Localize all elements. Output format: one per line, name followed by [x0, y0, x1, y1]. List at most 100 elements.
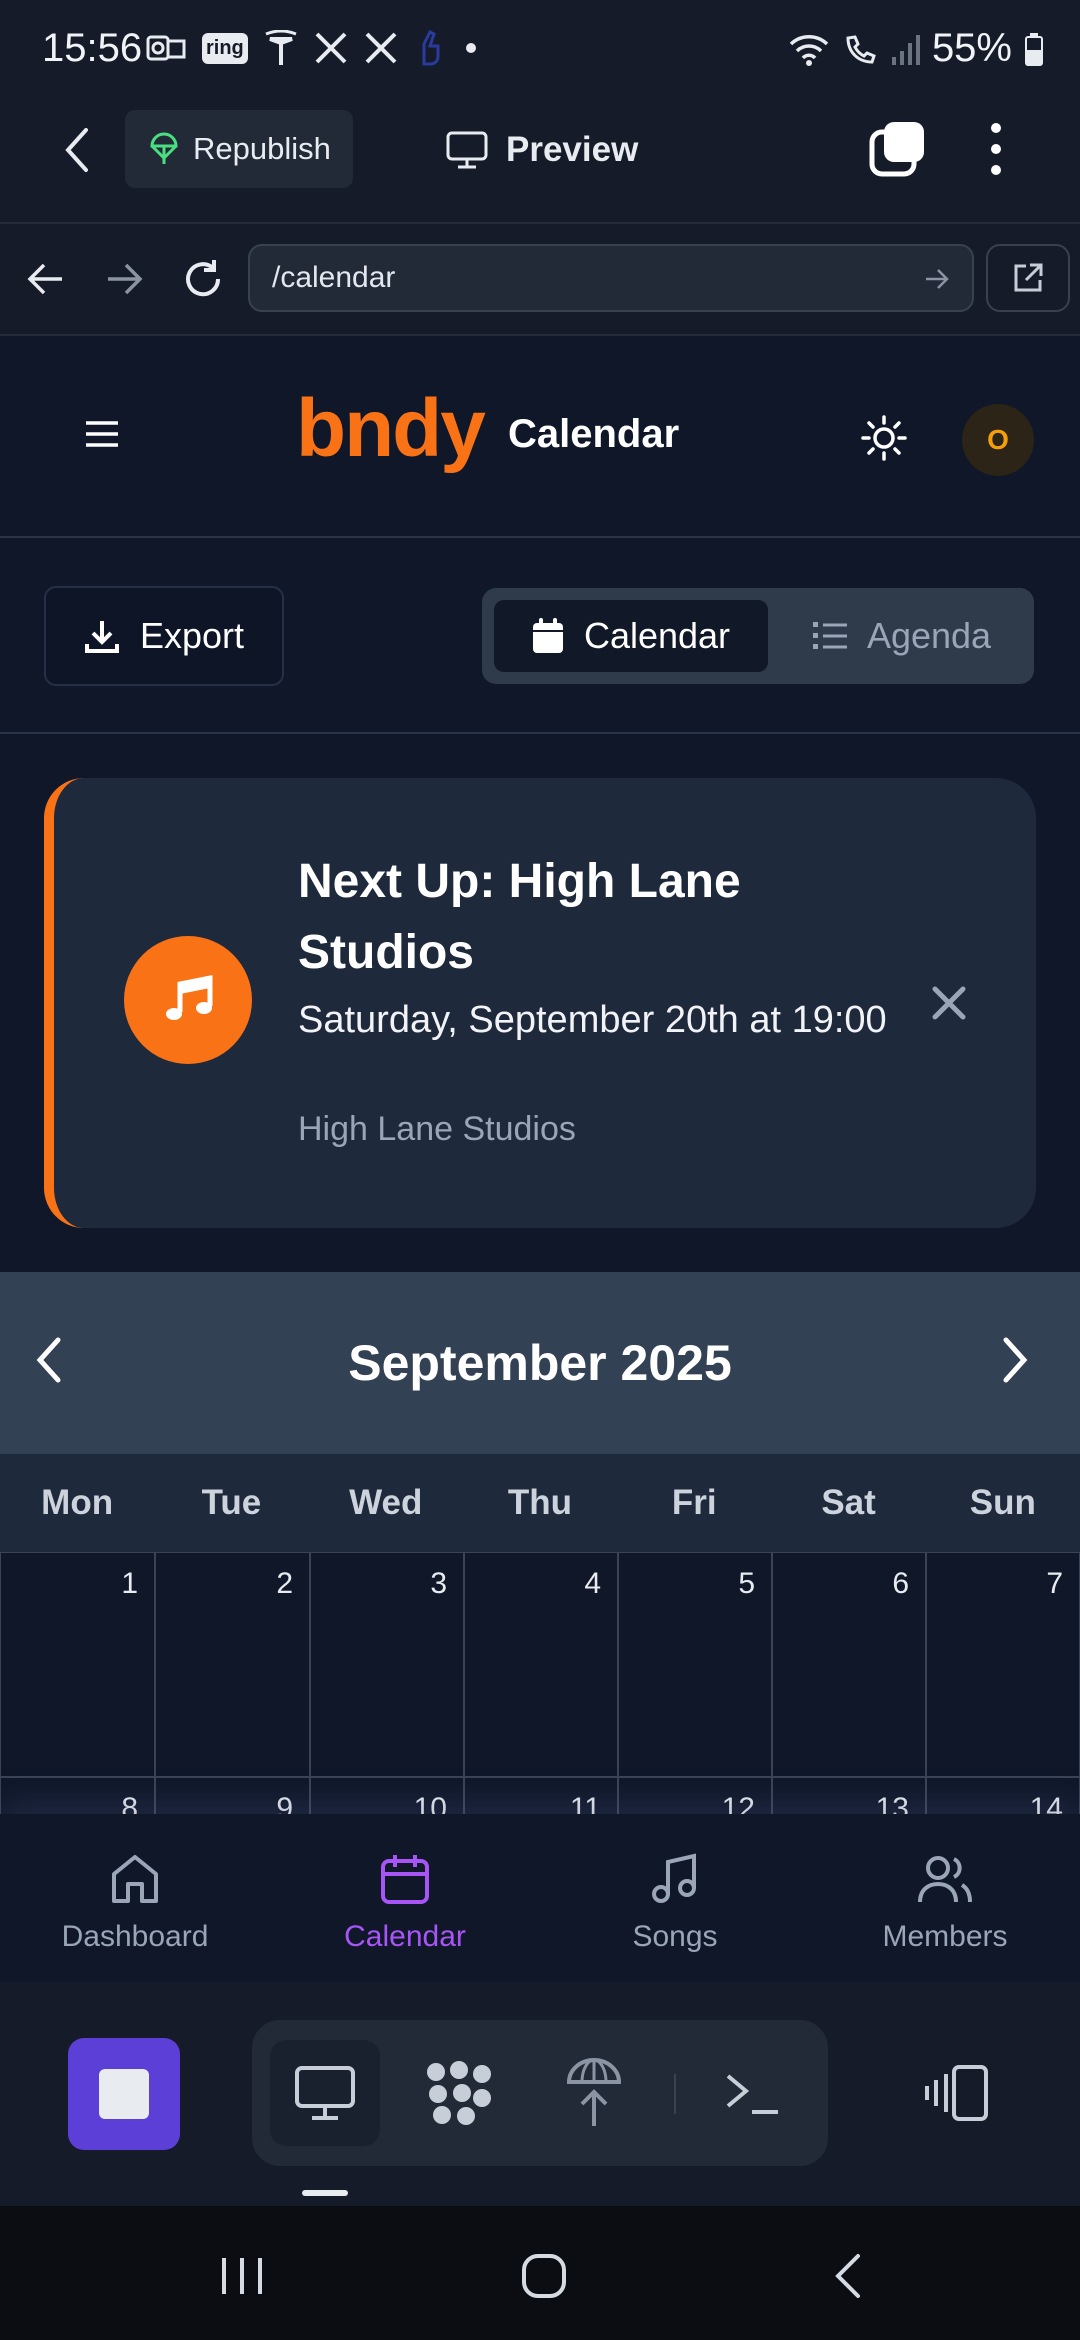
desktop-preview-button[interactable] [270, 2040, 380, 2146]
event-icon-badge [124, 936, 252, 1064]
terminal-icon[interactable] [724, 2070, 780, 2116]
next-up-title: Next Up: High Lane Studios [298, 855, 741, 979]
more-options-icon[interactable] [990, 122, 1002, 176]
close-icon[interactable] [926, 980, 972, 1026]
monitor-icon [294, 2065, 356, 2121]
day-cell[interactable]: 3 [310, 1552, 464, 1777]
day-cell[interactable]: 9 [155, 1777, 310, 1814]
preview-button[interactable]: Preview [446, 122, 638, 178]
weekday-label: Mon [41, 1483, 114, 1522]
monitor-icon [446, 131, 488, 169]
bottom-navigation: Dashboard Calendar Songs Members [0, 1814, 1080, 1982]
tab-calendar[interactable]: Calendar [494, 600, 768, 672]
battery-icon [1024, 32, 1044, 66]
fingers-crossed-icon [414, 30, 444, 66]
weekday-label: Wed [349, 1483, 423, 1522]
reload-icon[interactable] [180, 256, 226, 302]
avatar[interactable]: O [962, 404, 1034, 476]
day-cell[interactable]: 13 [772, 1777, 926, 1814]
status-time: 15:56 [42, 26, 143, 70]
weekday-label: Tue [201, 1483, 262, 1522]
ring-icon: ring [202, 32, 248, 64]
active-indicator [302, 2190, 348, 2196]
day-cell[interactable]: 10 [310, 1777, 464, 1814]
tab-agenda-label: Agenda [866, 615, 992, 656]
plugins-icon[interactable] [424, 2060, 494, 2126]
day-cell[interactable]: 4 [464, 1552, 618, 1777]
nav-songs-label: Songs [632, 1920, 718, 1953]
month-title: September 2025 [348, 1335, 732, 1391]
calendar-grid: 1 2 3 4 5 6 7 8 9 10 11 12 13 14 [0, 1552, 1080, 1814]
outlook-icon [146, 31, 186, 65]
export-label: Export [139, 615, 245, 656]
weekday-label: Thu [507, 1483, 573, 1522]
bndy-logo[interactable]: bndy [296, 382, 486, 476]
system-back-icon[interactable] [830, 2252, 864, 2300]
divider [0, 732, 1080, 734]
notification-icons: ring [146, 30, 476, 66]
browser-forward-icon[interactable] [104, 262, 144, 296]
url-text: /calendar [272, 261, 396, 294]
x-icon [314, 31, 348, 65]
day-cell[interactable]: 5 [618, 1552, 772, 1777]
browser-back-icon[interactable] [26, 262, 66, 296]
url-input[interactable]: /calendar [248, 244, 974, 312]
calendar-icon [378, 1852, 432, 1906]
battery-percent: 55% [931, 26, 1012, 70]
tabs-icon[interactable] [868, 120, 926, 178]
dock-separator [674, 2074, 676, 2114]
weekday-label: Sat [821, 1483, 876, 1522]
home-icon [108, 1852, 162, 1906]
stop-icon [98, 2068, 150, 2120]
nav-members-label: Members [882, 1920, 1008, 1953]
export-button[interactable]: Export [44, 586, 284, 686]
tab-agenda[interactable]: Agenda [780, 600, 1024, 672]
open-external-button[interactable] [986, 244, 1070, 312]
next-up-datetime: Saturday, September 20th at 19:00 [298, 999, 887, 1041]
nav-songs[interactable]: Songs [540, 1814, 810, 1982]
dot-icon [465, 43, 476, 53]
day-cell[interactable]: 8 [0, 1777, 155, 1814]
calendar-icon [532, 618, 564, 654]
day-cell[interactable]: 1 [0, 1552, 155, 1777]
tab-calendar-label: Calendar [583, 615, 731, 656]
external-link-icon [1012, 262, 1044, 294]
weekday-header: Mon Tue Wed Thu Fri Sat Sun [0, 1454, 1080, 1552]
list-icon [812, 621, 847, 651]
signal-icon [890, 33, 920, 65]
device-layout-icon[interactable] [924, 2064, 990, 2122]
nav-members[interactable]: Members [810, 1814, 1080, 1982]
nav-calendar[interactable]: Calendar [270, 1814, 540, 1982]
day-cell[interactable]: 2 [155, 1552, 310, 1777]
weekday-label: Sun [969, 1483, 1036, 1522]
hamburger-menu-icon[interactable] [84, 420, 120, 448]
day-cell[interactable]: 14 [926, 1777, 1080, 1814]
day-cell[interactable]: 11 [464, 1777, 618, 1814]
next-up-venue: High Lane Studios [298, 1110, 576, 1148]
next-month-icon[interactable] [1000, 1336, 1030, 1384]
system-icons: 55% [788, 26, 1044, 71]
theme-toggle-icon[interactable] [860, 414, 908, 462]
weekday-label: Fri [671, 1483, 717, 1522]
recent-apps-icon[interactable] [218, 2256, 266, 2296]
x-icon [364, 31, 398, 65]
page-title: Calendar [508, 412, 680, 456]
day-cell[interactable]: 12 [618, 1777, 772, 1814]
day-cell[interactable]: 6 [772, 1552, 926, 1777]
nav-calendar-label: Calendar [344, 1920, 466, 1953]
music-note-icon [648, 1852, 702, 1906]
go-arrow-icon[interactable] [924, 268, 950, 290]
preview-label: Preview [506, 130, 639, 169]
nav-dashboard[interactable]: Dashboard [0, 1814, 270, 1982]
republish-button[interactable]: Republish [125, 110, 353, 188]
users-icon [916, 1852, 974, 1906]
download-icon [84, 618, 120, 654]
home-button-icon[interactable] [520, 2252, 568, 2300]
back-button[interactable] [62, 126, 92, 174]
nav-dashboard-label: Dashboard [61, 1920, 209, 1953]
stop-button[interactable] [68, 2038, 180, 2150]
day-cell[interactable]: 7 [926, 1552, 1080, 1777]
deploy-icon[interactable] [566, 2058, 622, 2128]
music-note-icon [160, 972, 216, 1028]
wifi-icon [788, 32, 830, 66]
